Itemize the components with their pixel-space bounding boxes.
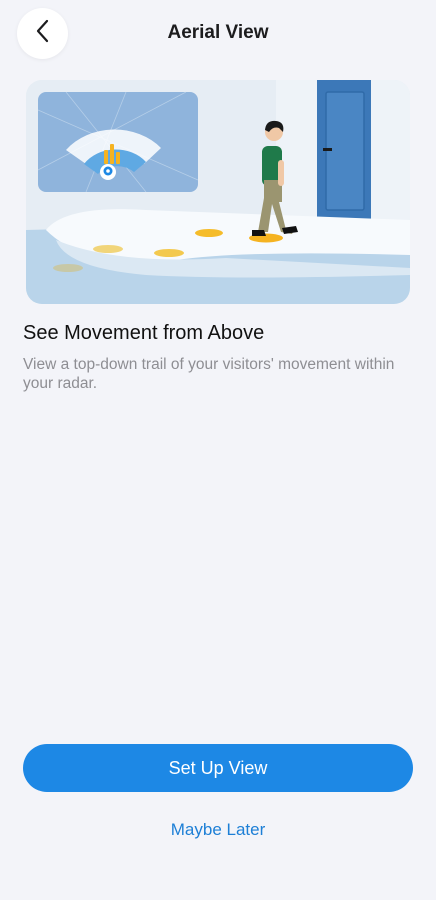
section-title: See Movement from Above <box>23 322 265 344</box>
hero-illustration <box>26 80 410 304</box>
maybe-later-link[interactable]: Maybe Later <box>0 820 436 840</box>
section-description: View a top-down trail of your visitors' … <box>23 356 395 392</box>
back-button[interactable] <box>17 8 68 59</box>
set-up-view-button[interactable]: Set Up View <box>23 744 413 792</box>
chevron-left-icon <box>35 19 51 48</box>
